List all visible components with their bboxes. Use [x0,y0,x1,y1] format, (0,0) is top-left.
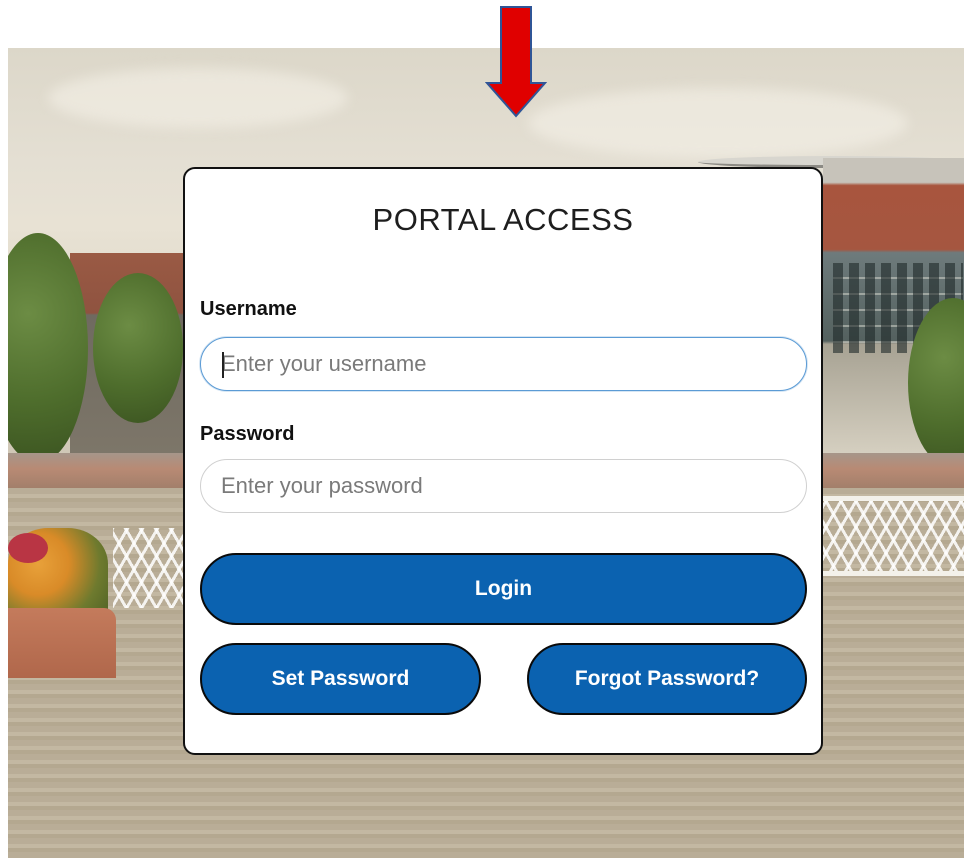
username-label: Username [200,298,297,320]
portal-login-card: PORTAL ACCESS Username Password Login Se… [183,167,823,755]
login-button[interactable]: Login [200,553,807,625]
bridge-right [823,496,964,576]
tree [93,273,183,423]
set-password-button[interactable]: Set Password [200,643,481,715]
card-title: PORTAL ACCESS [372,202,634,237]
brick-planter [8,608,116,678]
bridge-left [113,528,185,608]
password-label: Password [200,423,295,445]
password-input[interactable] [200,459,807,513]
text-caret [222,352,224,378]
red-down-arrow-icon [485,6,547,118]
forgot-password-button[interactable]: Forgot Password? [527,643,807,715]
cloud [48,68,348,128]
username-input[interactable] [200,337,807,391]
cloud [528,88,908,158]
red-flowers [8,533,48,563]
